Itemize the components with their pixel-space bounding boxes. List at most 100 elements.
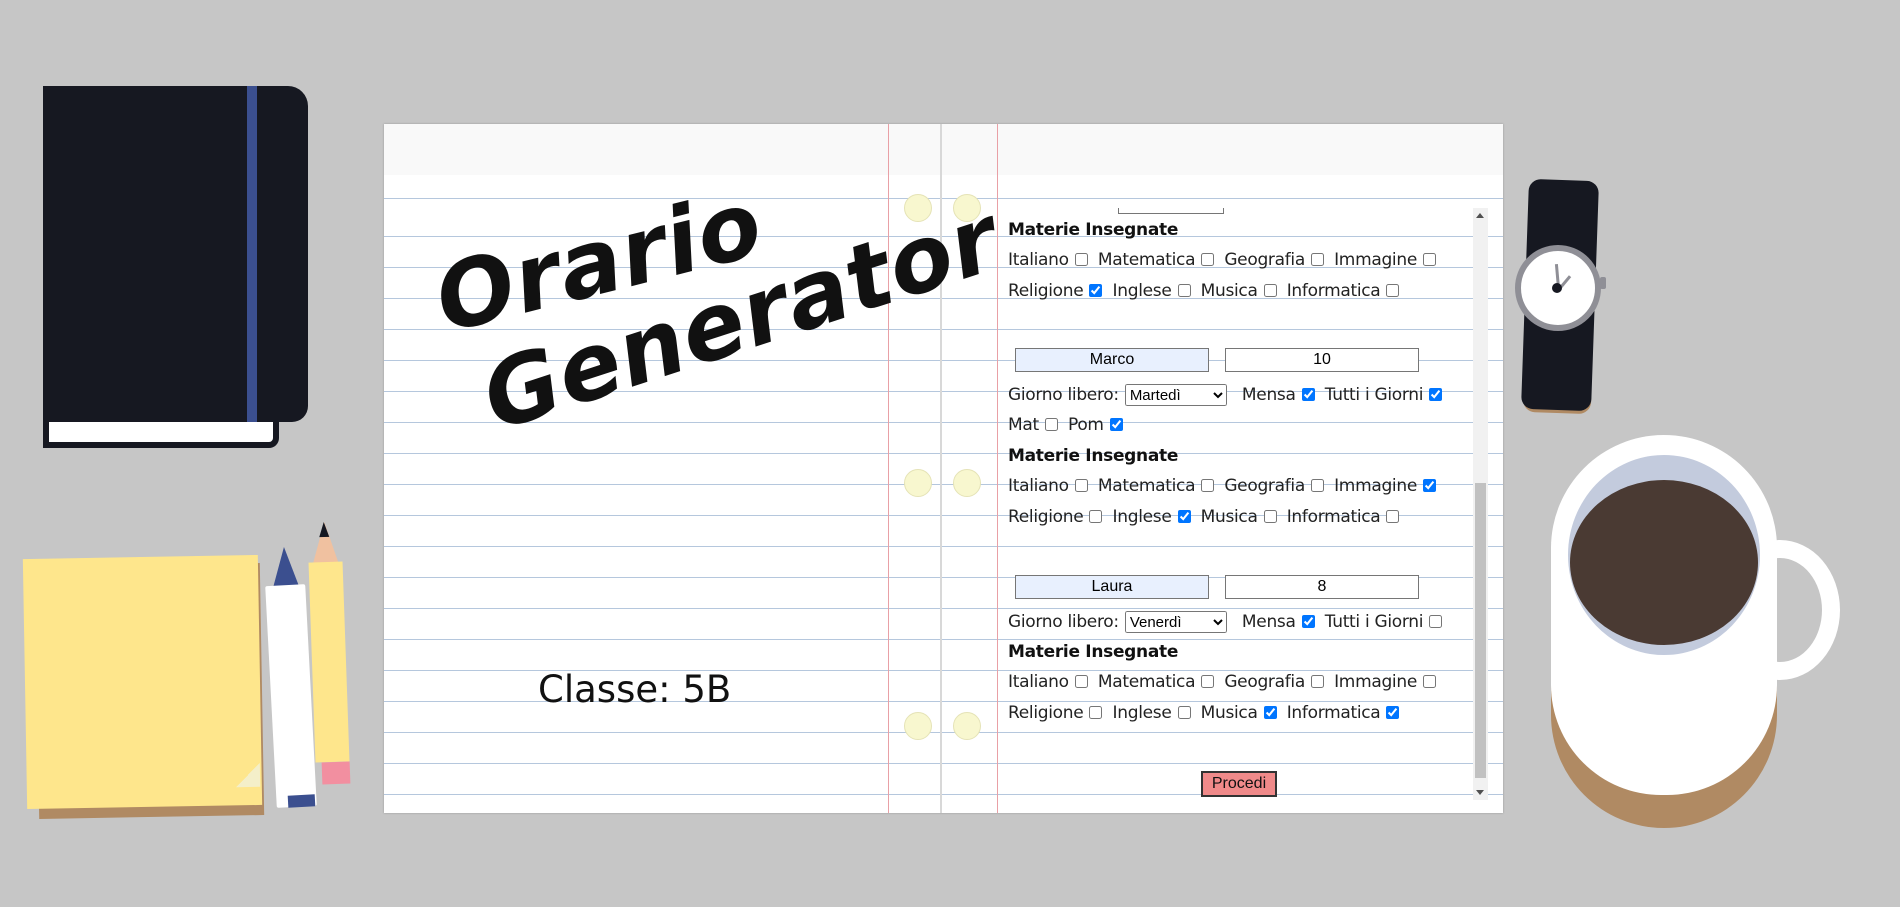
sticky-note	[22, 554, 263, 810]
subject-label: Religione	[1008, 703, 1084, 723]
subjects-row: Italiano Matematica Geografia Immagine	[1008, 250, 1441, 270]
pen-end	[287, 794, 316, 808]
free-day-select[interactable]: Martedì	[1124, 384, 1227, 406]
subject-label: Geografia	[1224, 250, 1305, 270]
afternoon-checkbox[interactable]	[1109, 418, 1123, 431]
subjects-title: Materie Insegnate	[1008, 642, 1179, 662]
subjects-row: Italiano Matematica Geografia Immagine	[1008, 476, 1441, 496]
subject-label: Musica	[1200, 703, 1258, 723]
subject-checkbox-italiano[interactable]	[1074, 479, 1088, 492]
subject-label: Informatica	[1286, 281, 1381, 301]
subject-label: Immagine	[1334, 672, 1417, 692]
subject-label: Inglese	[1112, 703, 1172, 723]
scroll-thumb[interactable]	[1475, 483, 1486, 778]
free-day-label: Giorno libero:	[1008, 384, 1119, 405]
scroll-down-icon[interactable]	[1476, 790, 1484, 795]
teacher-hours-input[interactable]	[1225, 575, 1419, 599]
subject-label: Inglese	[1112, 281, 1172, 301]
watch-crown	[1600, 277, 1606, 289]
subject-checkbox-immagine[interactable]	[1423, 675, 1436, 688]
subject-label: Inglese	[1112, 507, 1172, 527]
subject-checkbox-informatica[interactable]	[1386, 284, 1400, 297]
teacher-name-input[interactable]	[1015, 575, 1209, 599]
canteen-checkbox[interactable]	[1301, 387, 1315, 401]
subject-label: Religione	[1008, 281, 1084, 301]
margin-line-right	[997, 124, 998, 813]
subject-label: Geografia	[1224, 476, 1305, 496]
subjects-title: Materie Insegnate	[1008, 220, 1179, 240]
subject-label: Italiano	[1008, 476, 1069, 496]
subject-checkbox-religione[interactable]	[1089, 284, 1103, 297]
subject-checkbox-inglese[interactable]	[1177, 706, 1191, 719]
subject-checkbox-immagine[interactable]	[1423, 479, 1436, 492]
subject-label: Geografia	[1224, 672, 1305, 692]
free-day-label: Giorno libero:	[1008, 611, 1119, 632]
subject-checkbox-matematica[interactable]	[1201, 675, 1215, 688]
subjects-row: Religione Inglese Musica Informatica	[1008, 281, 1404, 301]
sticky-note-fold	[235, 762, 261, 788]
form-scrollbar[interactable]	[1473, 208, 1488, 800]
subject-checkbox-inglese[interactable]	[1177, 284, 1191, 297]
subject-label: Musica	[1200, 281, 1258, 301]
subject-checkbox-musica[interactable]	[1263, 510, 1277, 523]
scroll-up-icon[interactable]	[1476, 213, 1484, 218]
subject-checkbox-musica[interactable]	[1263, 284, 1277, 297]
subject-label: Immagine	[1334, 476, 1417, 496]
free-day-select[interactable]: Venerdì	[1124, 611, 1227, 633]
all-days-label: Tutti i Giorni	[1324, 611, 1424, 632]
subject-label: Religione	[1008, 507, 1084, 527]
teacher-form-pane[interactable]: Materie Insegnate Italiano Matematica Ge…	[1004, 208, 1474, 800]
subject-checkbox-geografia[interactable]	[1310, 479, 1324, 492]
shift-row: Mat Pom	[1008, 415, 1128, 435]
all-days-checkbox[interactable]	[1429, 614, 1443, 628]
subject-checkbox-religione[interactable]	[1089, 706, 1103, 719]
canteen-label: Mensa	[1241, 384, 1296, 405]
binder-hole	[904, 712, 932, 740]
subject-checkbox-italiano[interactable]	[1074, 675, 1088, 688]
notebook-decoration	[43, 86, 308, 422]
subject-checkbox-matematica[interactable]	[1201, 253, 1215, 266]
subject-label: Matematica	[1097, 476, 1196, 496]
subject-label: Italiano	[1008, 672, 1069, 692]
class-label: Classe: 5B	[538, 668, 732, 711]
subject-checkbox-geografia[interactable]	[1310, 675, 1324, 688]
binder-hole	[953, 712, 981, 740]
teacher-hours-input[interactable]	[1225, 348, 1419, 372]
afternoon-label: Pom	[1067, 415, 1104, 435]
right-page-header	[942, 124, 1503, 175]
subject-checkbox-matematica[interactable]	[1201, 479, 1215, 492]
morning-label: Mat	[1008, 415, 1039, 435]
free-day-row: Giorno libero: Martedì Mensa Tutti i Gior…	[1008, 384, 1447, 406]
canteen-checkbox[interactable]	[1301, 614, 1315, 628]
canteen-label: Mensa	[1241, 611, 1296, 632]
subjects-row: Religione Inglese Musica Informatica	[1008, 507, 1404, 527]
watch-center	[1552, 283, 1562, 293]
subject-checkbox-religione[interactable]	[1089, 510, 1103, 523]
subjects-title: Materie Insegnate	[1008, 446, 1179, 466]
subject-checkbox-immagine[interactable]	[1423, 253, 1436, 266]
subject-checkbox-informatica[interactable]	[1386, 706, 1400, 719]
subject-checkbox-informatica[interactable]	[1386, 510, 1400, 523]
subject-checkbox-inglese[interactable]	[1177, 510, 1191, 523]
subject-label: Immagine	[1334, 250, 1417, 270]
pen	[265, 584, 317, 808]
notebook-pages	[43, 422, 279, 448]
teacher-name-input[interactable]	[1015, 348, 1209, 372]
morning-checkbox[interactable]	[1044, 418, 1058, 431]
binder-hole	[953, 469, 981, 497]
binder-hole	[904, 469, 932, 497]
pen-tip	[270, 546, 300, 588]
left-page-header	[384, 124, 940, 175]
proceed-button[interactable]: Procedi	[1201, 771, 1277, 797]
subject-label: Italiano	[1008, 250, 1069, 270]
subject-label: Informatica	[1286, 703, 1381, 723]
pencil-lead	[318, 521, 330, 538]
subject-checkbox-musica[interactable]	[1263, 706, 1277, 719]
subject-checkbox-geografia[interactable]	[1310, 253, 1324, 266]
subject-checkbox-italiano[interactable]	[1074, 253, 1088, 266]
subject-label: Matematica	[1097, 250, 1196, 270]
subjects-row: Italiano Matematica Geografia Immagine	[1008, 672, 1441, 692]
teacher-free-day-select[interactable]	[1118, 208, 1224, 214]
all-days-checkbox[interactable]	[1429, 387, 1443, 401]
subjects-row: Religione Inglese Musica Informatica	[1008, 703, 1404, 723]
